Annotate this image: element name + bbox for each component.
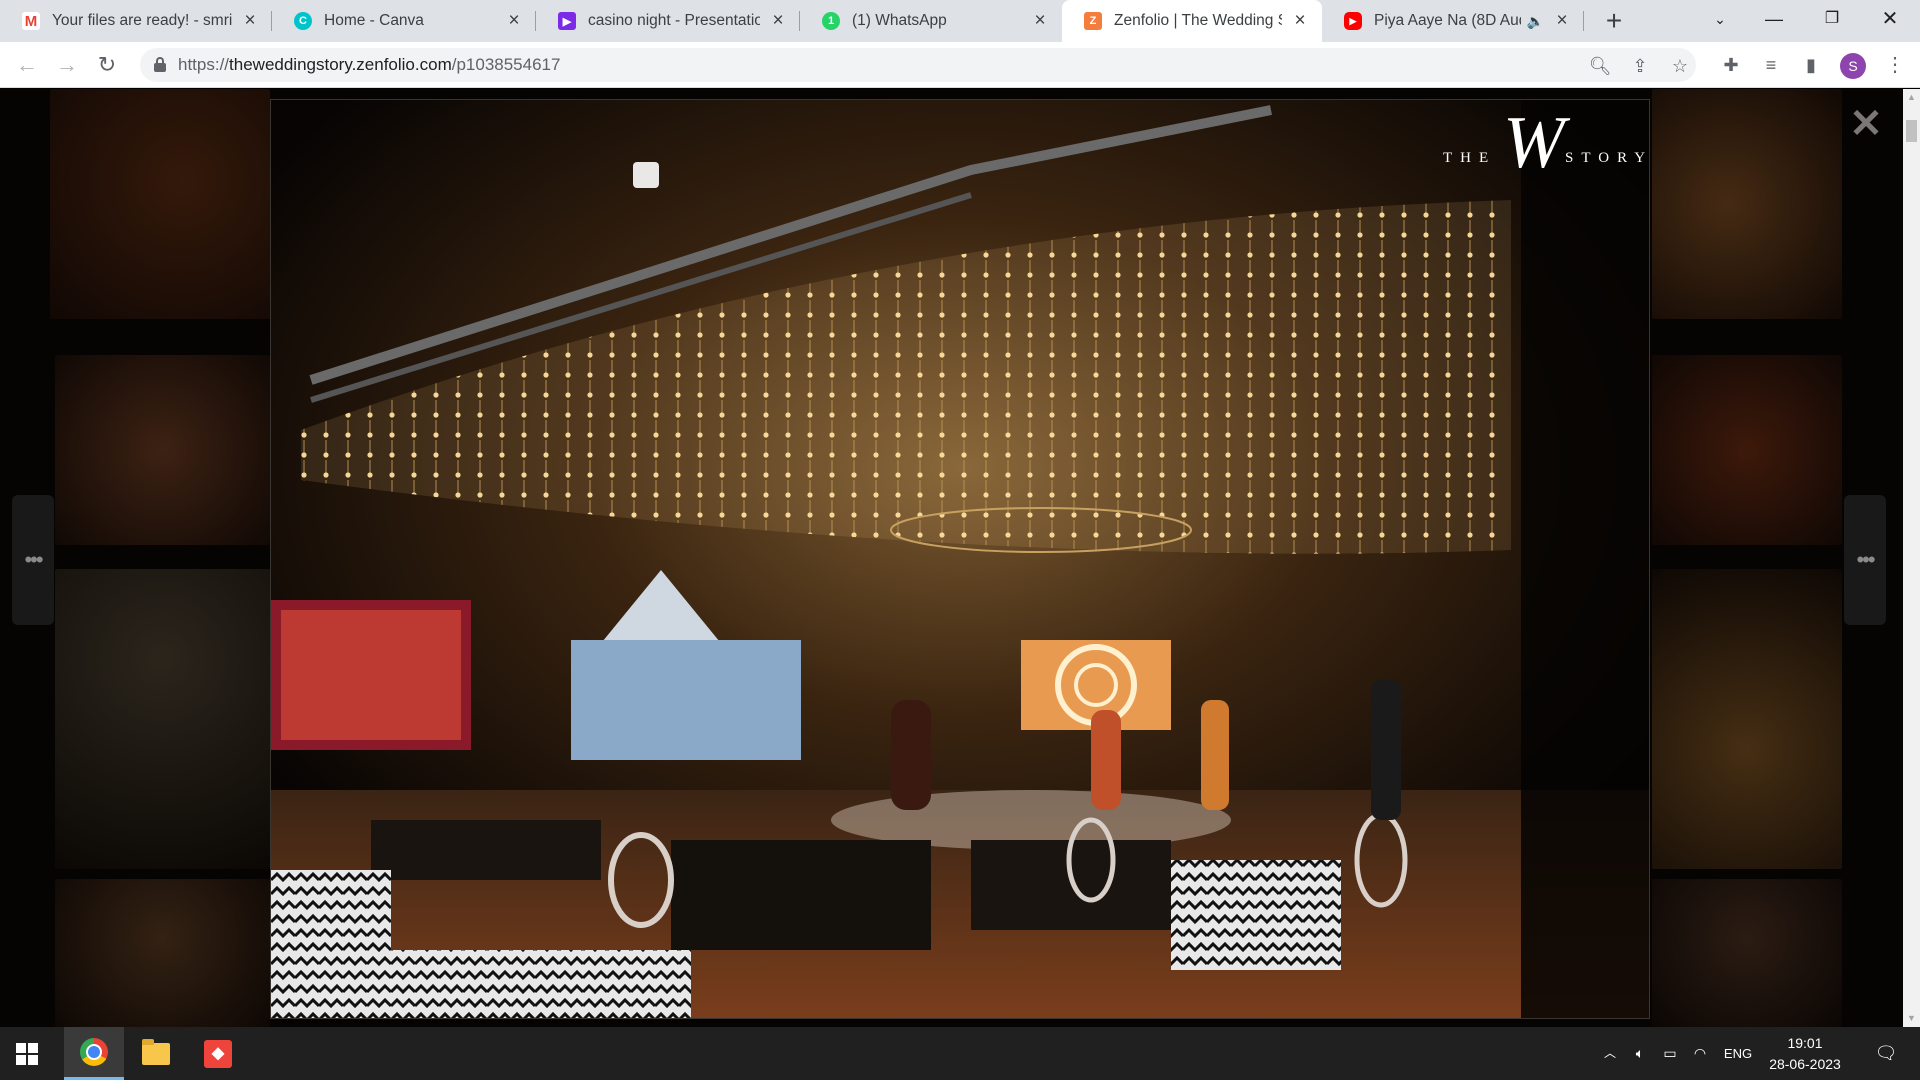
close-lightbox-button[interactable]: ✕: [1846, 104, 1886, 144]
close-window-button[interactable]: ✕: [1862, 0, 1918, 38]
tab-youtube[interactable]: ▶ Piya Aaye Na (8D Audio 🔈 ×: [1322, 0, 1584, 42]
battery-icon[interactable]: ▭: [1658, 1027, 1682, 1080]
anydesk-icon: ◆: [204, 1039, 232, 1068]
extensions-icon[interactable]: ✚: [1716, 51, 1746, 81]
tab-gmail[interactable]: M Your files are ready! - smritu ×: [0, 0, 272, 42]
gallery-thumbnail[interactable]: [1652, 355, 1842, 545]
close-tab-icon[interactable]: ×: [1290, 10, 1310, 32]
tab-title: (1) WhatsApp: [852, 12, 947, 29]
tab-divider: [1583, 11, 1584, 31]
gallery-thumbnail[interactable]: [1652, 569, 1842, 869]
previous-photo-button[interactable]: •••: [12, 495, 54, 625]
tab-whatsapp[interactable]: 1 (1) WhatsApp ×: [800, 0, 1062, 42]
tab-title: Zenfolio | The Wedding Story: [1114, 12, 1282, 29]
clock-time: 19:01: [1787, 1035, 1823, 1051]
scroll-down-icon[interactable]: ▼: [1903, 1010, 1920, 1027]
page-content: ••• ••• ✕ THE W STORY ▲ ▼: [0, 89, 1920, 1027]
minimize-button[interactable]: —: [1746, 0, 1802, 38]
taskbar-anydesk[interactable]: ◆: [188, 1027, 248, 1080]
scroll-thumb[interactable]: [1906, 120, 1917, 142]
windows-taskbar: ◆ ︿ 🔈︎ ▭ ◠ ENG 19:01 28-06-2023 🗨︎: [0, 1027, 1920, 1080]
system-clock[interactable]: 19:01 28-06-2023: [1760, 1033, 1850, 1075]
gallery-thumbnail[interactable]: [55, 355, 270, 545]
volume-icon[interactable]: 🔈︎: [1628, 1027, 1652, 1080]
gallery-thumbnail[interactable]: [55, 879, 270, 1027]
media-control-icon[interactable]: ≡: [1756, 51, 1786, 81]
youtube-icon: ▶: [1344, 12, 1362, 30]
language-indicator[interactable]: ENG: [1718, 1027, 1758, 1080]
close-tab-icon[interactable]: ×: [768, 10, 788, 32]
scroll-up-icon[interactable]: ▲: [1903, 89, 1920, 106]
notifications-icon[interactable]: 🗨︎: [1866, 1027, 1906, 1080]
lightbox-photo: THE W STORY: [270, 99, 1650, 1019]
tab-strip: M Your files are ready! - smritu × C Hom…: [0, 0, 1920, 42]
address-bar[interactable]: https://theweddingstory.zenfolio.com/p10…: [140, 48, 1696, 82]
zenfolio-icon: Z: [1084, 12, 1102, 30]
tab-casino-presentation[interactable]: ▶ casino night - Presentation ×: [536, 0, 800, 42]
tab-canva-home[interactable]: C Home - Canva ×: [272, 0, 536, 42]
tab-search-icon[interactable]: ⌄: [1692, 0, 1748, 38]
page-scrollbar[interactable]: ▲ ▼: [1903, 89, 1920, 1027]
logo-w: W: [1503, 102, 1565, 184]
gallery-thumbnail[interactable]: [55, 569, 270, 869]
whatsapp-icon: 1: [822, 12, 840, 30]
close-tab-icon[interactable]: ×: [1030, 10, 1050, 32]
clock-date: 28-06-2023: [1769, 1056, 1841, 1072]
tab-title: Piya Aaye Na (8D Audio: [1374, 12, 1521, 29]
zoom-icon[interactable]: 🔍︎: [1586, 52, 1614, 80]
windows-start-button[interactable]: [16, 1043, 38, 1065]
gallery-thumbnail[interactable]: [50, 89, 270, 319]
reload-button[interactable]: ↻: [92, 50, 122, 80]
gmail-icon: M: [22, 12, 40, 30]
gallery-thumbnail[interactable]: [1652, 879, 1842, 1027]
share-icon[interactable]: ⇪: [1626, 52, 1654, 80]
close-tab-icon[interactable]: ×: [504, 10, 524, 32]
close-tab-icon[interactable]: ×: [240, 10, 260, 32]
wifi-icon[interactable]: ◠: [1688, 1027, 1712, 1080]
browser-toolbar: ← → ↻ https://theweddingstory.zenfolio.c…: [0, 42, 1920, 88]
bookmark-star-icon[interactable]: ☆: [1666, 52, 1694, 80]
taskbar-chrome[interactable]: [64, 1027, 124, 1080]
canva-icon: C: [294, 12, 312, 30]
lock-icon[interactable]: [154, 57, 166, 72]
taskbar-file-explorer[interactable]: [126, 1027, 186, 1080]
side-panel-icon[interactable]: ▮: [1796, 51, 1826, 81]
folder-icon: [142, 1038, 170, 1065]
more-menu-icon[interactable]: ⋮: [1880, 51, 1910, 81]
tab-title: Your files are ready! - smritu: [52, 12, 232, 29]
url-text[interactable]: https://theweddingstory.zenfolio.com/p10…: [178, 48, 560, 82]
audio-playing-icon[interactable]: 🔈: [1527, 13, 1544, 30]
canva-presentation-icon: ▶: [558, 12, 576, 30]
url-scheme: https://: [178, 55, 230, 74]
restore-button[interactable]: ❐: [1804, 0, 1860, 38]
new-tab-button[interactable]: +: [1598, 6, 1630, 38]
url-path: /p1038554617: [451, 55, 561, 74]
forward-button[interactable]: →: [52, 50, 82, 80]
chrome-icon: [80, 1038, 108, 1066]
close-tab-icon[interactable]: ×: [1552, 10, 1572, 32]
show-hidden-icons-icon[interactable]: ︿: [1598, 1027, 1622, 1080]
gallery-thumbnail[interactable]: [1652, 89, 1842, 319]
next-photo-button[interactable]: •••: [1844, 495, 1886, 625]
url-host: theweddingstory.zenfolio.com: [229, 55, 452, 74]
back-button[interactable]: ←: [12, 50, 42, 80]
wedding-venue-photo: [271, 100, 1649, 1018]
logo-the: THE: [1443, 150, 1497, 166]
tab-title: casino night - Presentation: [588, 12, 760, 29]
the-w-story-logo: THE W STORY: [1443, 106, 1645, 192]
tab-title: Home - Canva: [324, 12, 424, 29]
profile-avatar[interactable]: S: [1840, 53, 1866, 79]
tab-zenfolio[interactable]: Z Zenfolio | The Wedding Story ×: [1062, 0, 1322, 42]
logo-story: STORY: [1565, 150, 1650, 166]
